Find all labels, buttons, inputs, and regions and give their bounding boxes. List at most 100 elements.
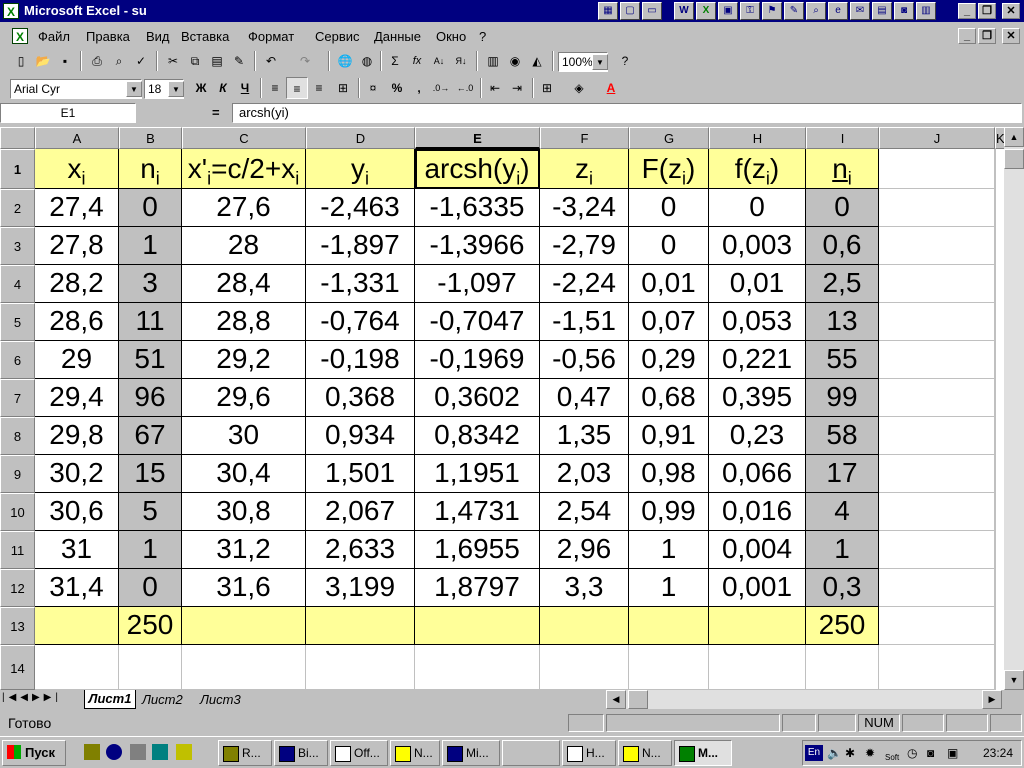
table-cell[interactable]: 2,96 <box>540 531 629 569</box>
table-cell[interactable]: 17 <box>806 455 879 493</box>
ie-icon[interactable]: e <box>828 2 848 20</box>
row-header[interactable]: 2 <box>0 189 35 227</box>
menu-edit[interactable]: Правка <box>86 29 130 44</box>
table-cell[interactable]: 30,6 <box>35 493 119 531</box>
table-cell[interactable]: 2,03 <box>540 455 629 493</box>
autosum-icon[interactable]: Σ <box>384 50 406 72</box>
cell[interactable] <box>879 417 995 455</box>
header-cell[interactable]: arcsh(yi) <box>415 149 540 189</box>
totals-cell[interactable] <box>709 607 806 645</box>
column-header[interactable]: H <box>709 127 806 149</box>
task-n1[interactable]: N... <box>390 740 440 766</box>
table-cell[interactable]: 28,2 <box>35 265 119 303</box>
totals-cell[interactable] <box>415 607 540 645</box>
cell[interactable] <box>879 189 995 227</box>
column-header[interactable]: F <box>540 127 629 149</box>
word-icon[interactable]: W <box>674 2 694 20</box>
table-cell[interactable]: 0,29 <box>629 341 709 379</box>
header-cell[interactable]: x'i=c/2+xi <box>182 149 306 189</box>
table-cell[interactable]: 30 <box>182 417 306 455</box>
table-cell[interactable]: -0,198 <box>306 341 415 379</box>
column-header[interactable]: J <box>879 127 995 149</box>
row-header[interactable]: 12 <box>0 569 35 607</box>
minimize-button[interactable]: _ <box>958 3 976 19</box>
quicklaunch-outlook-icon[interactable] <box>130 744 146 760</box>
calc-icon[interactable]: ▥ <box>916 2 936 20</box>
scroll-thumb[interactable] <box>1004 149 1024 169</box>
sort-desc-icon[interactable]: Я↓ <box>450 50 472 72</box>
doc-minimize-button[interactable]: _ <box>958 28 976 44</box>
table-cell[interactable]: 0,07 <box>629 303 709 341</box>
task-bi[interactable]: Bi... <box>274 740 328 766</box>
table-cell[interactable]: -1,097 <box>415 265 540 303</box>
cell[interactable] <box>879 645 995 690</box>
table-cell[interactable]: 96 <box>119 379 182 417</box>
cell[interactable] <box>995 607 996 645</box>
table-cell[interactable]: 1 <box>629 569 709 607</box>
task-blank[interactable] <box>502 740 560 766</box>
title-bar[interactable]: X Microsoft Excel - su ▦ ▢ ▭ W X ▣ ⚿ ⚑ ✎… <box>0 0 1024 22</box>
cell[interactable] <box>995 493 996 531</box>
table-cell[interactable]: 3,199 <box>306 569 415 607</box>
table-cell[interactable]: 0 <box>629 227 709 265</box>
table-cell[interactable]: -0,764 <box>306 303 415 341</box>
cell[interactable] <box>806 645 879 690</box>
task-r[interactable]: R... <box>218 740 272 766</box>
table-cell[interactable]: -0,7047 <box>415 303 540 341</box>
table-cell[interactable]: 31,2 <box>182 531 306 569</box>
table-cell[interactable]: 28 <box>182 227 306 265</box>
table-cell[interactable]: 0,3 <box>806 569 879 607</box>
function-icon[interactable]: fx <box>406 50 428 72</box>
chart-wizard-icon[interactable]: ▥ <box>482 50 504 72</box>
office-bar-icon[interactable]: ▦ <box>598 2 618 20</box>
table-cell[interactable]: 31 <box>35 531 119 569</box>
print-preview-icon[interactable]: ⌕ <box>108 50 130 72</box>
menu-file[interactable]: Файл <box>38 29 70 44</box>
cell[interactable] <box>995 455 996 493</box>
table-cell[interactable]: 1,501 <box>306 455 415 493</box>
menu-data[interactable]: Данные <box>374 29 421 44</box>
table-cell[interactable]: 29 <box>35 341 119 379</box>
paste-icon[interactable]: ▤ <box>206 50 228 72</box>
cell[interactable] <box>879 531 995 569</box>
access-icon[interactable]: ⚿ <box>740 2 760 20</box>
table-cell[interactable]: 30,4 <box>182 455 306 493</box>
clock-icon[interactable]: ◷ <box>907 746 917 760</box>
row-header[interactable]: 11 <box>0 531 35 569</box>
table-cell[interactable]: -1,897 <box>306 227 415 265</box>
table-cell[interactable]: 27,4 <box>35 189 119 227</box>
table-cell[interactable]: 0,01 <box>629 265 709 303</box>
table-cell[interactable]: -1,6335 <box>415 189 540 227</box>
schedule-icon[interactable]: ▤ <box>872 2 892 20</box>
header-cell[interactable]: ni <box>119 149 182 189</box>
table-cell[interactable]: 67 <box>119 417 182 455</box>
currency-icon[interactable]: ¤ <box>362 77 384 99</box>
table-cell[interactable]: 4 <box>806 493 879 531</box>
key-icon[interactable]: ✎ <box>784 2 804 20</box>
powerpoint-icon[interactable]: ▣ <box>718 2 738 20</box>
formula-input[interactable]: arcsh(yi) <box>232 103 1022 123</box>
row-header[interactable]: 1 <box>0 149 35 189</box>
menu-help[interactable]: ? <box>479 29 486 44</box>
save-icon[interactable]: ▪ <box>54 50 76 72</box>
table-cell[interactable]: 0,003 <box>709 227 806 265</box>
quicklaunch-desktop-icon[interactable] <box>84 744 100 760</box>
font-color-icon[interactable]: A <box>600 77 622 99</box>
decrease-decimal-icon[interactable]: ←.0 <box>454 77 476 99</box>
table-cell[interactable]: -3,24 <box>540 189 629 227</box>
task-off[interactable]: Off... <box>330 740 388 766</box>
drawing-icon[interactable]: ◭ <box>526 50 548 72</box>
quicklaunch-channels-icon[interactable] <box>152 744 168 760</box>
scroll-up-icon[interactable]: ▲ <box>1004 127 1024 147</box>
column-header[interactable]: I <box>806 127 879 149</box>
cell[interactable] <box>879 455 995 493</box>
table-cell[interactable]: -2,24 <box>540 265 629 303</box>
print-icon[interactable]: ⎙ <box>86 50 108 72</box>
table-cell[interactable]: 0 <box>629 189 709 227</box>
scroll-down-icon[interactable]: ▼ <box>1004 670 1024 690</box>
scroll-left-icon[interactable]: ◀ <box>606 690 626 709</box>
cell[interactable] <box>879 227 995 265</box>
table-cell[interactable]: 5 <box>119 493 182 531</box>
redo-icon[interactable]: ↷ <box>294 50 316 72</box>
totals-cell[interactable]: 250 <box>806 607 879 645</box>
